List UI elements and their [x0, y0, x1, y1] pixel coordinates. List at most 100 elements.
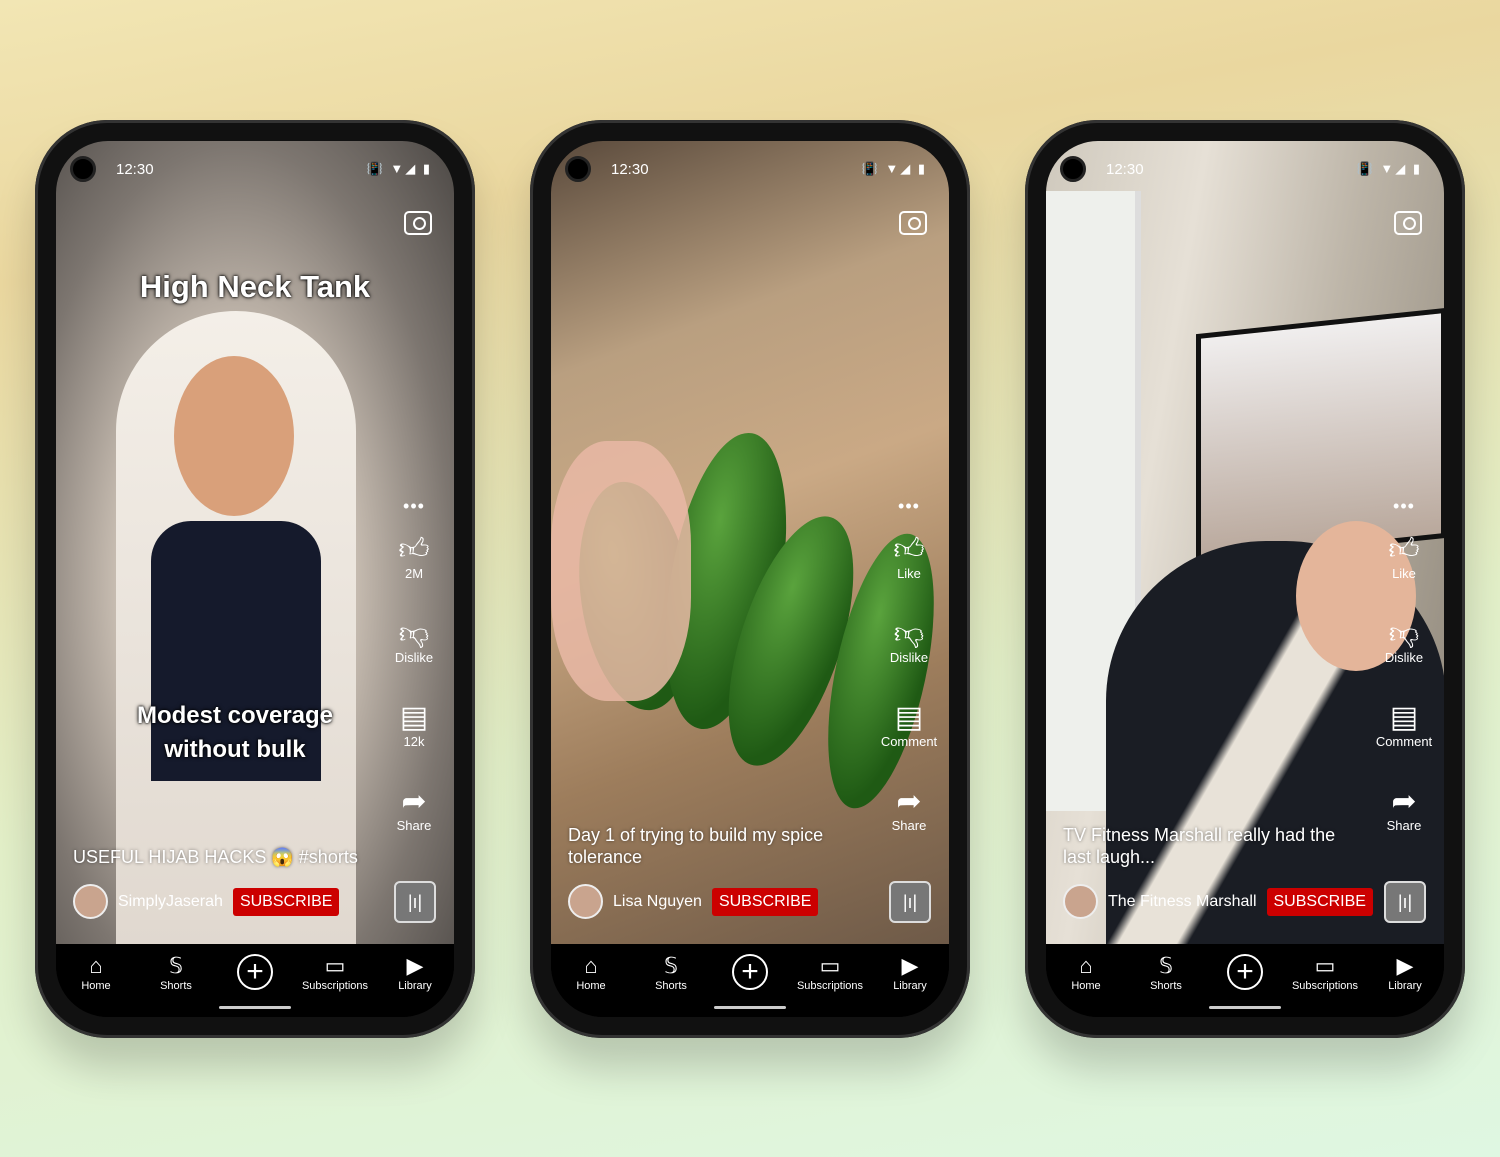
library-icon: ▶︎: [406, 953, 424, 978]
sound-thumbnail[interactable]: |ı|: [394, 881, 436, 923]
create-button[interactable]: +: [1227, 954, 1263, 990]
status-time: 12:30: [116, 161, 154, 178]
like-count: Like: [897, 566, 921, 581]
nav-home-label: Home: [81, 980, 111, 992]
comment-icon: ▤: [1389, 701, 1419, 734]
nav-shorts[interactable]: 𝕊 Shorts: [631, 952, 711, 992]
audio-wave-icon: |ı|: [902, 892, 918, 912]
channel-name[interactable]: The Fitness Marshall: [1108, 893, 1257, 911]
phone-mockup: 12:30 📳 ▼◢ ▮ High Neck Tank Modest cover…: [35, 120, 475, 1038]
camera-icon[interactable]: [1394, 211, 1422, 235]
sound-thumbnail[interactable]: |ı|: [1384, 881, 1426, 923]
gesture-bar[interactable]: [1209, 1006, 1281, 1009]
nav-shorts-label: Shorts: [655, 980, 687, 992]
library-icon: ▶︎: [901, 953, 919, 978]
channel-row: Lisa Nguyen SUBSCRIBE: [568, 884, 819, 919]
gesture-bar[interactable]: [219, 1006, 291, 1009]
thumbs-down-icon: 👎︎: [398, 617, 430, 650]
comment-count: Comment: [880, 734, 938, 749]
status-bar: 12:30 📳 ▼◢ ▮: [1046, 156, 1444, 182]
dislike-button[interactable]: 👎︎ Dislike: [869, 618, 949, 666]
front-camera: [565, 156, 591, 182]
home-icon: ⌂: [584, 953, 598, 978]
more-options-icon[interactable]: •••: [374, 496, 454, 517]
camera-icon[interactable]: [899, 211, 927, 235]
comment-button[interactable]: ▤ Comment: [1364, 701, 1444, 750]
nav-subscriptions-label: Subscriptions: [1291, 980, 1359, 992]
channel-name[interactable]: Lisa Nguyen: [613, 893, 702, 911]
comment-button[interactable]: ▤ 12k: [374, 702, 454, 750]
channel-row: The Fitness Marshall SUBSCRIBE: [1063, 884, 1373, 919]
like-count: 2M: [404, 566, 424, 581]
nav-home[interactable]: ⌂ Home: [1046, 952, 1126, 992]
subscribe-button[interactable]: SUBSCRIBE: [1266, 887, 1373, 916]
share-button[interactable]: ➦ Share: [869, 785, 949, 834]
subscribe-button[interactable]: SUBSCRIBE: [232, 887, 340, 916]
status-icons: 📳 ▼◢ ▮: [366, 161, 432, 176]
sound-thumbnail[interactable]: |ı|: [889, 881, 931, 923]
phone-screen: 12:30 📳 ▼◢ ▮ High Neck Tank Modest cover…: [56, 141, 454, 1017]
more-options-icon[interactable]: •••: [869, 496, 949, 517]
status-time: 12:30: [611, 161, 649, 178]
nav-subscriptions[interactable]: ▭ Subscriptions: [295, 952, 375, 992]
nav-shorts[interactable]: 𝕊 Shorts: [136, 952, 216, 992]
nav-home[interactable]: ⌂ Home: [56, 952, 136, 992]
nav-shorts[interactable]: 𝕊 Shorts: [1126, 952, 1206, 992]
thumbs-up-icon: 👍︎: [893, 533, 925, 566]
status-time: 12:30: [1106, 161, 1144, 178]
status-icons: 📳 ▼◢ ▮: [861, 161, 927, 176]
more-options-icon[interactable]: •••: [1364, 496, 1444, 517]
dislike-button[interactable]: 👎︎ Dislike: [1364, 618, 1444, 666]
create-button[interactable]: +: [237, 954, 273, 990]
channel-avatar[interactable]: [73, 884, 108, 919]
nav-library-label: Library: [398, 980, 432, 992]
shorts-icon: 𝕊: [1159, 953, 1173, 978]
nav-shorts-label: Shorts: [1150, 980, 1182, 992]
video-caption[interactable]: Day 1 of trying to build my spice tolera…: [568, 824, 859, 868]
like-button[interactable]: 👍︎ 2M: [374, 534, 454, 582]
thumbs-up-icon: 👍︎: [1388, 533, 1420, 566]
share-label: Share: [396, 818, 432, 833]
phone-screen: 12:30 📳 ▼◢ ▮ ••• 👍︎ Like 👎︎ Dislike ▤ Comme…: [1046, 141, 1444, 1017]
nav-library-label: Library: [893, 980, 927, 992]
subscribe-button[interactable]: SUBSCRIBE: [711, 887, 819, 916]
video-caption[interactable]: USEFUL HIJAB HACKS 😱 #shorts: [73, 846, 364, 868]
share-icon: ➦: [401, 785, 427, 818]
dislike-label: Dislike: [394, 650, 434, 665]
audio-wave-icon: |ı|: [407, 892, 423, 912]
status-bar: 12:30 📳 ▼◢ ▮: [56, 156, 454, 182]
dislike-label: Dislike: [889, 650, 929, 665]
subscriptions-icon: ▭: [819, 953, 841, 978]
nav-library[interactable]: ▶︎ Library: [1365, 952, 1444, 992]
like-button[interactable]: 👍︎ Like: [1364, 533, 1444, 582]
dislike-button[interactable]: 👎︎ Dislike: [374, 617, 454, 666]
nav-home-label: Home: [576, 980, 606, 992]
channel-name[interactable]: SimplyJaserah: [118, 893, 223, 911]
home-icon: ⌂: [89, 953, 103, 978]
create-button[interactable]: +: [732, 954, 768, 990]
share-button[interactable]: ➦ Share: [374, 785, 454, 834]
share-button[interactable]: ➦ Share: [1364, 786, 1444, 834]
front-camera: [1060, 156, 1086, 182]
phone-mockup: 12:30 📳 ▼◢ ▮ ••• 👍︎ Like 👎︎ Dislike ▤ Comme…: [1025, 120, 1465, 1038]
nav-library[interactable]: ▶︎ Library: [375, 952, 454, 992]
channel-avatar[interactable]: [568, 884, 603, 919]
comment-button[interactable]: ▤ Comment: [869, 702, 949, 750]
camera-icon[interactable]: [404, 211, 432, 235]
nav-home[interactable]: ⌂ Home: [551, 952, 631, 992]
nav-library[interactable]: ▶︎ Library: [870, 952, 949, 992]
channel-avatar[interactable]: [1063, 884, 1098, 919]
nav-library-label: Library: [1388, 980, 1422, 992]
nav-shorts-label: Shorts: [160, 980, 192, 992]
like-button[interactable]: 👍︎ Like: [869, 533, 949, 582]
shorts-icon: 𝕊: [664, 953, 678, 978]
video-caption[interactable]: TV Fitness Marshall really had the last …: [1063, 824, 1354, 868]
home-icon: ⌂: [1079, 953, 1093, 978]
share-icon: ➦: [896, 785, 922, 818]
share-label: Share: [1386, 818, 1422, 833]
share-label: Share: [891, 818, 927, 833]
gesture-bar[interactable]: [714, 1006, 786, 1009]
nav-subscriptions[interactable]: ▭ Subscriptions: [790, 952, 870, 992]
channel-row: SimplyJaserah SUBSCRIBE: [73, 884, 340, 919]
nav-subscriptions[interactable]: ▭ Subscriptions: [1285, 952, 1365, 992]
